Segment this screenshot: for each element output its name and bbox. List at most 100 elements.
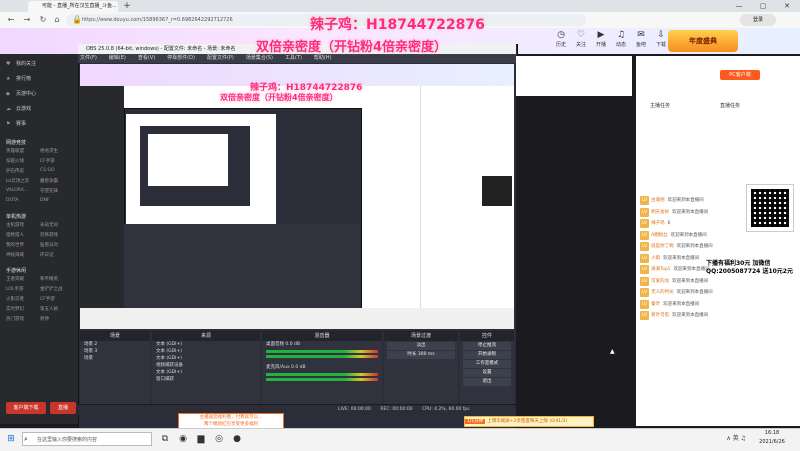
- source-item[interactable]: 文本 (GDI+): [152, 341, 260, 348]
- source-item[interactable]: 文本 (GDI+): [152, 348, 260, 355]
- obs-control-button[interactable]: 工作室模式: [463, 360, 511, 368]
- chat-username[interactable]: 秦叶: [651, 302, 660, 307]
- sidebar-category-link[interactable]: DNF: [40, 198, 49, 203]
- browser-tab[interactable]: 可能 - 直播_所在汉生直播_斗鱼...: [28, 1, 118, 12]
- chat-username[interactable]: 可爱的龙: [651, 279, 669, 284]
- sidebar-category-link[interactable]: 王者荣耀: [6, 276, 24, 282]
- edge-icon[interactable]: ◉: [176, 431, 190, 447]
- sidebar-category-link[interactable]: 金铲铲之战: [40, 286, 63, 292]
- obs-menu-item[interactable]: 编辑(E): [109, 55, 126, 61]
- chat-username[interactable]: 辣子鸡: [651, 221, 665, 226]
- chat-username[interactable]: A圈粉丝: [651, 233, 668, 238]
- obs-icon[interactable]: ●: [230, 431, 244, 447]
- source-item[interactable]: 文本 (GDI+): [152, 355, 260, 362]
- sidebar-category-link[interactable]: 绝地求生: [40, 148, 58, 154]
- sidebar-category-link[interactable]: 怪物猎人: [6, 232, 24, 238]
- chat-username[interactable]: 古城拐: [651, 198, 665, 203]
- close-button[interactable]: ✕: [776, 0, 798, 12]
- chat-username[interactable]: 无人的时光: [651, 290, 674, 295]
- chat-username[interactable]: 就是你了啊: [651, 244, 674, 249]
- refresh-icon[interactable]: ↻: [36, 13, 50, 27]
- new-tab-button[interactable]: +: [122, 0, 132, 12]
- chat-username[interactable]: 滴滴Top1: [651, 267, 670, 272]
- sidebar-category-link[interactable]: 穿越火线: [6, 158, 24, 164]
- source-item[interactable]: 视频捕获设备: [152, 362, 260, 369]
- notice-bar[interactable]: 1/1分钟 上增华视屏+2亲密度每天上限 (0/41/2): [464, 416, 594, 427]
- obs-control-button[interactable]: 设置: [463, 369, 511, 377]
- file-explorer-icon[interactable]: ▆: [194, 431, 208, 447]
- obs-control-button[interactable]: 退出: [463, 378, 511, 386]
- room-task-sub[interactable]: 直播任务: [720, 102, 740, 109]
- sidebar-item[interactable]: ☁ 云游戏: [6, 103, 76, 115]
- scene-item[interactable]: 场景 3: [80, 348, 150, 355]
- sidebar-item[interactable]: ⚑ 赛事: [6, 118, 76, 130]
- obs-menu-item[interactable]: 文件(F): [80, 55, 97, 61]
- sidebar-item[interactable]: ♥ 我的关注: [6, 58, 76, 70]
- promo-banner[interactable]: 年度盛典: [668, 30, 738, 52]
- taskbar-search-input[interactable]: 在这里输入你要搜索的内容: [22, 432, 152, 446]
- sidebar-category-link[interactable]: 猛兽派对: [40, 242, 58, 248]
- sidebar-category-link[interactable]: CF手游: [40, 158, 55, 164]
- live-button[interactable]: 直播: [50, 402, 76, 414]
- obs-control-button[interactable]: 停止推流: [463, 342, 511, 350]
- header-bell-button[interactable]: ♫ 动态: [612, 30, 630, 48]
- maximize-button[interactable]: ▢: [752, 0, 774, 12]
- sidebar-category-link[interactable]: CS:GO: [40, 168, 55, 173]
- sidebar-category-link[interactable]: CF手游: [40, 296, 55, 302]
- minimize-button[interactable]: —: [728, 0, 750, 12]
- obs-menu-item[interactable]: 场景集合(S): [246, 55, 273, 61]
- source-item[interactable]: 文本 (GDI+): [152, 369, 260, 376]
- header-heart-button[interactable]: ♡ 关注: [572, 30, 590, 48]
- back-icon[interactable]: ←: [4, 13, 18, 27]
- forward-icon[interactable]: →: [20, 13, 34, 27]
- sidebar-category-link[interactable]: 和平精英: [40, 276, 58, 282]
- user-button[interactable]: 登录: [740, 14, 776, 26]
- promo-popup[interactable]: 主播送您福利哦，付费就可以... 两个模勋红包享受更多福利: [178, 413, 284, 429]
- obs-menu-item[interactable]: 停靠部件(D): [167, 55, 195, 61]
- sidebar-category-link[interactable]: 魔兽争霸: [40, 178, 58, 184]
- sidebar-category-link[interactable]: DOTA: [6, 198, 19, 203]
- sidebar-item[interactable]: ★ 排行榜: [6, 73, 76, 85]
- task-view-icon[interactable]: ⧉: [158, 431, 172, 447]
- sidebar-category-link[interactable]: lol云顶之弈: [6, 178, 29, 184]
- sidebar-category-link[interactable]: 英雄联盟: [6, 148, 24, 154]
- transition-duration[interactable]: 时长 300 ms: [387, 351, 455, 359]
- sidebar-category-link[interactable]: 实时梦幻: [6, 306, 24, 312]
- sidebar-item[interactable]: ◆ 页游中心: [6, 88, 76, 100]
- sidebar-category-link[interactable]: LOL手游: [6, 286, 23, 292]
- header-video-button[interactable]: ▶ 开播: [592, 30, 610, 48]
- sidebar-category-link[interactable]: VALORA...: [6, 188, 28, 193]
- windows-start-icon[interactable]: ⊞: [4, 431, 18, 447]
- chat-username[interactable]: 新叶可愈: [651, 313, 669, 318]
- sidebar-category-link[interactable]: 环日记: [40, 252, 54, 258]
- scene-item[interactable]: 场景 2: [80, 341, 150, 348]
- transition-select[interactable]: 淡出: [387, 342, 455, 350]
- sidebar-category-link[interactable]: 永劫无间: [40, 222, 58, 228]
- sidebar-category-link[interactable]: 主机游戏: [6, 222, 24, 228]
- sidebar-category-link[interactable]: 第五人格: [40, 306, 58, 312]
- chrome-icon[interactable]: ◎: [212, 431, 226, 447]
- obs-control-button[interactable]: 开始录制: [463, 351, 511, 359]
- taskbar-clock[interactable]: 16:18 2021/6/26: [748, 429, 796, 447]
- obs-menu-item[interactable]: 帮助(H): [314, 55, 332, 61]
- obs-preview[interactable]: 辣子鸡：H18744722876 双倍亲密度（开钻粉4倍亲密度）: [80, 64, 514, 329]
- sidebar-category-link[interactable]: 神秘海域: [6, 252, 24, 258]
- room-task-title[interactable]: 主播任务: [650, 102, 670, 109]
- pc-client-button[interactable]: PC客户端: [720, 70, 760, 80]
- scene-item[interactable]: 场景: [80, 355, 150, 362]
- sidebar-category-link[interactable]: 恐怖游戏: [40, 232, 58, 238]
- chat-username[interactable]: 小雨: [651, 256, 660, 261]
- sidebar-category-link[interactable]: 炉石传说: [6, 168, 24, 174]
- sidebar-category-link[interactable]: 原神: [40, 316, 49, 322]
- chat-username[interactable]: 明天会好: [651, 210, 669, 215]
- sidebar-category-link[interactable]: 热门游戏: [6, 316, 24, 322]
- obs-menu-item[interactable]: 工具(T): [285, 55, 302, 61]
- obs-menu-item[interactable]: 查看(V): [138, 55, 155, 61]
- sidebar-category-link[interactable]: 我的世界: [6, 242, 24, 248]
- source-item[interactable]: 窗口捕获: [152, 376, 260, 383]
- system-tray[interactable]: ∧ 英 ♫: [690, 431, 746, 447]
- header-chat-button[interactable]: ✉ 鱼吧: [632, 30, 650, 48]
- sidebar-category-link[interactable]: 守望先锋: [40, 188, 58, 194]
- header-history-button[interactable]: ◷ 历史: [552, 30, 570, 48]
- client-download-button[interactable]: 客户端下载: [6, 402, 46, 414]
